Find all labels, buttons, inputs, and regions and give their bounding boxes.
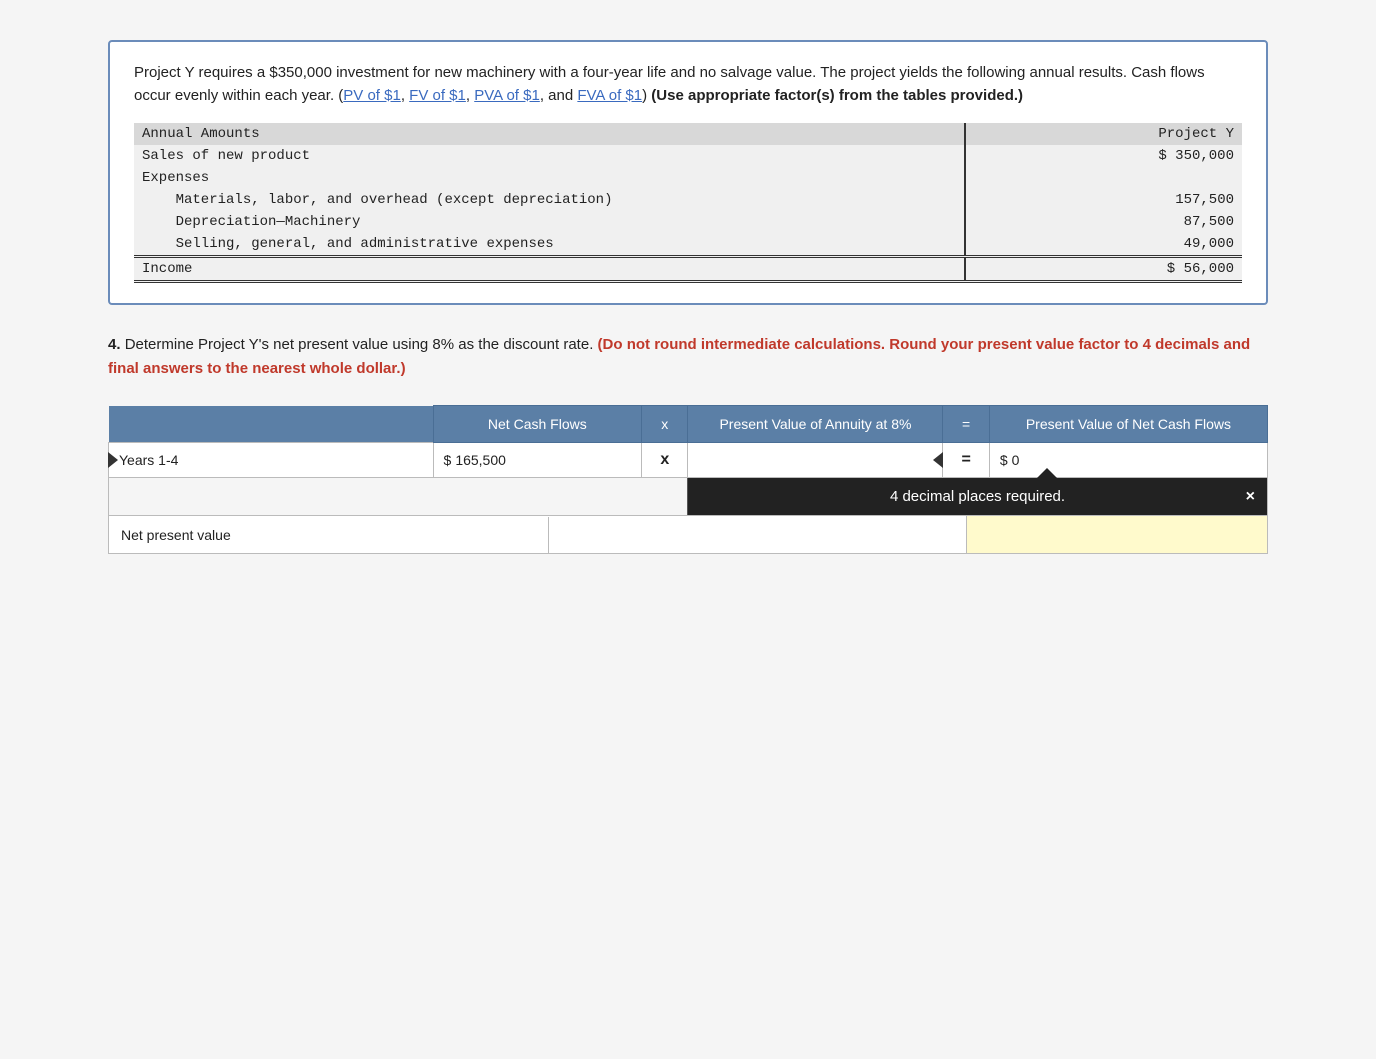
- years-label: Years 1-4: [109, 443, 434, 478]
- income-label: Income: [134, 257, 965, 282]
- x-operator-cell: x: [642, 443, 688, 478]
- net-present-value-input[interactable]: [979, 526, 1255, 542]
- tooltip-content: 4 decimal places required. ×: [688, 478, 1267, 515]
- table-header-row: Annual Amounts Project Y: [134, 123, 1242, 145]
- info-box: Project Y requires a $350,000 investment…: [108, 40, 1268, 305]
- pv-dollar: $: [1000, 452, 1008, 468]
- net-cash-flows-header: Net Cash Flows: [433, 406, 642, 443]
- pv-annuity-input-cell[interactable]: [688, 443, 943, 478]
- table-row: Expenses: [134, 167, 1242, 189]
- selling-value: 49,000: [965, 233, 1242, 257]
- expenses-value: [965, 167, 1242, 189]
- sales-value: $ 350,000: [965, 145, 1242, 167]
- pva-link[interactable]: PVA of $1: [474, 87, 540, 104]
- fv-link[interactable]: FV of $1: [409, 87, 466, 104]
- equals-operator-cell: =: [943, 443, 989, 478]
- income-value: $ 56,000: [965, 257, 1242, 282]
- depreciation-value: 87,500: [965, 211, 1242, 233]
- annual-table: Annual Amounts Project Y Sales of new pr…: [134, 123, 1242, 283]
- left-triangle-icon: [108, 452, 118, 468]
- tooltip-container: 4 decimal places required. ×: [108, 478, 1268, 516]
- pv-annuity-input[interactable]: [698, 452, 932, 468]
- depreciation-label: Depreciation—Machinery: [134, 211, 965, 233]
- tooltip-message: 4 decimal places required. ×: [688, 478, 1267, 515]
- question-paragraph: 4. Determine Project Y's net present val…: [108, 333, 1268, 381]
- empty-header: [109, 406, 434, 443]
- net-present-value-label: Net present value: [109, 517, 549, 553]
- npv-calculation-table: Net Cash Flows x Present Value of Annuit…: [108, 405, 1268, 478]
- header-label: Annual Amounts: [134, 123, 965, 145]
- pv-net-cash-flows-header: Present Value of Net Cash Flows: [989, 406, 1267, 443]
- use-tables-text: (Use appropriate factor(s) from the tabl…: [651, 87, 1023, 104]
- income-row: Income $ 56,000: [134, 257, 1242, 282]
- question-main-text: Determine Project Y's net present value …: [125, 336, 598, 353]
- pv-link[interactable]: PV of $1: [343, 87, 401, 104]
- page-container: Project Y requires a $350,000 investment…: [88, 20, 1288, 574]
- intro-paragraph: Project Y requires a $350,000 investment…: [134, 62, 1242, 107]
- npv-table-wrapper: Net Cash Flows x Present Value of Annuit…: [108, 405, 1268, 554]
- fva-link[interactable]: FVA of $1: [577, 87, 642, 104]
- question-number: 4.: [108, 336, 121, 353]
- table-row: Materials, labor, and overhead (except d…: [134, 189, 1242, 211]
- x-operator-header: x: [642, 406, 688, 443]
- tooltip-text: 4 decimal places required.: [890, 488, 1065, 505]
- pv-result-cell: $ 0: [989, 443, 1267, 478]
- cash-flow-cell: $ 165,500: [433, 443, 642, 478]
- npv-header-row: Net Cash Flows x Present Value of Annuit…: [109, 406, 1268, 443]
- pv-annuity-header: Present Value of Annuity at 8%: [688, 406, 943, 443]
- sales-label: Sales of new product: [134, 145, 965, 167]
- cash-flow-value: 165,500: [455, 452, 506, 468]
- materials-value: 157,500: [965, 189, 1242, 211]
- selling-label: Selling, general, and administrative exp…: [134, 233, 965, 257]
- right-triangle-icon: [933, 452, 943, 468]
- header-value: Project Y: [965, 123, 1242, 145]
- expenses-label: Expenses: [134, 167, 965, 189]
- tooltip-spacer: [109, 478, 688, 515]
- tooltip-close-button[interactable]: ×: [1246, 488, 1255, 506]
- cash-flow-dollar: $: [444, 452, 452, 468]
- tooltip-arrow-icon: [1037, 468, 1057, 478]
- tooltip-row-wrapper: 4 decimal places required. ×: [108, 478, 1268, 516]
- equals-operator-header: =: [943, 406, 989, 443]
- table-row: Sales of new product $ 350,000: [134, 145, 1242, 167]
- table-row: Depreciation—Machinery 87,500: [134, 211, 1242, 233]
- net-present-value-row: Net present value: [108, 516, 1268, 554]
- pv-value: 0: [1012, 452, 1020, 468]
- question-section: 4. Determine Project Y's net present val…: [108, 333, 1268, 381]
- years-1-4-row: Years 1-4 $ 165,500 x: [109, 443, 1268, 478]
- table-row: Selling, general, and administrative exp…: [134, 233, 1242, 257]
- materials-label: Materials, labor, and overhead (except d…: [134, 189, 965, 211]
- net-present-value-input-cell[interactable]: [966, 516, 1267, 553]
- years-label-text: Years 1-4: [119, 452, 178, 468]
